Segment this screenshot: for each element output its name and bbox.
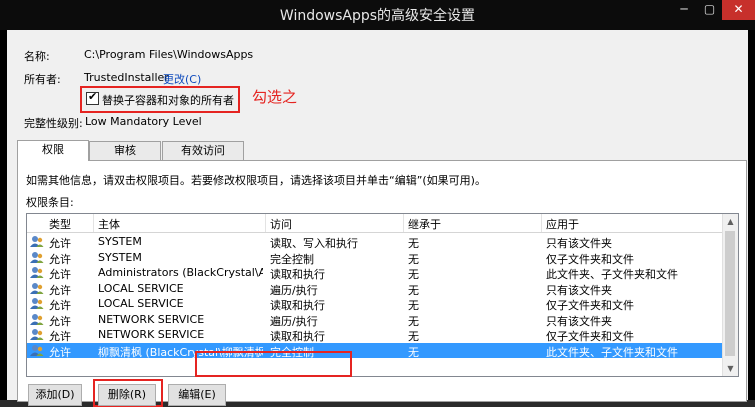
cell-principal: NETWORK SERVICE [98,328,205,341]
user-group-icon [30,251,44,264]
dialog-body: 名称: C:\Program Files\WindowsApps 所有者: Tr… [7,30,748,407]
table-row[interactable]: 允许 LOCAL SERVICE 遍历/执行无只有该文件夹 [27,281,722,297]
name-label: 名称: [24,50,50,63]
column-header-access[interactable]: 访问 [270,216,292,232]
name-value: C:\Program Files\WindowsApps [84,48,254,61]
scroll-down-icon[interactable]: ▼ [723,361,738,376]
cell-principal: LOCAL SERVICE [98,297,184,310]
user-group-icon [30,313,44,326]
table-row[interactable]: 允许 NETWORK SERVICE 遍历/执行无只有该文件夹 [27,312,722,328]
checkmark-icon: ✔ [88,90,98,103]
user-group-icon [30,344,44,357]
minimize-button[interactable]: ─ [671,0,697,20]
owner-label: 所有者: [24,73,61,86]
column-header-inherited-from[interactable]: 继承于 [408,216,441,232]
column-header-principal[interactable]: 主体 [98,216,120,232]
permissions-panel: 如需其他信息，请双击权限项目。若要修改权限项目，请选择该项目并单击“编辑”(如果… [17,160,747,407]
instructions-text: 如需其他信息，请双击权限项目。若要修改权限项目，请选择该项目并单击“编辑”(如果… [26,174,486,187]
user-group-icon [30,266,44,279]
column-header-type[interactable]: 类型 [49,216,71,232]
table-row[interactable]: 允许 SYSTEM 读取、写入和执行无只有该文件夹 [27,234,722,250]
row-highlight-box [195,351,352,377]
table-row[interactable]: 允许 SYSTEM 完全控制无仅子文件夹和文件 [27,250,722,266]
change-owner-link[interactable]: 更改(C) [163,71,201,87]
user-group-icon [30,235,44,248]
table-row[interactable]: 允许Administrators (BlackCrystal\Admi...读取… [27,265,722,281]
table-row[interactable]: 允许 NETWORK SERVICE 读取和执行无仅子文件夹和文件 [27,327,722,343]
tab-permissions[interactable]: 权限 [17,140,89,161]
replace-owner-checkbox[interactable]: ✔ [86,90,99,105]
tab-effective-access[interactable]: 有效访问 [162,141,244,160]
integrity-value: Low Mandatory Level [85,115,202,128]
owner-value: TrustedInstaller [84,71,169,84]
integrity-label: 完整性级别: [24,117,83,130]
cell-principal: Administrators (BlackCrystal\Admi... [98,266,263,279]
vertical-scrollbar[interactable]: ▲ ▼ [722,214,738,376]
cell-principal: SYSTEM [98,235,142,248]
tab-auditing[interactable]: 审核 [89,141,161,160]
column-header-applies-to[interactable]: 应用于 [546,216,579,232]
scrollbar-thumb[interactable] [725,231,735,356]
permission-entries-label: 权限条目: [26,196,74,209]
annotation-text: 勾选之 [252,88,298,106]
title-bar[interactable]: WindowsApps的高级安全设置 ─ ▢ ✕ [0,0,755,30]
window: WindowsApps的高级安全设置 ─ ▢ ✕ 名称: C:\Program … [0,0,755,407]
scroll-up-icon[interactable]: ▲ [723,214,738,229]
edit-button[interactable]: 编辑(E) [168,384,226,406]
cell-applies-to: 此文件夹、子文件夹和文件 [546,345,678,359]
cell-principal: LOCAL SERVICE [98,281,184,295]
user-group-icon [30,297,44,310]
window-title: WindowsApps的高级安全设置 [279,8,476,24]
cell-inherited-from: 无 [408,345,419,359]
table-row[interactable]: 允许 LOCAL SERVICE 读取和执行无仅子文件夹和文件 [27,296,722,312]
cell-type: 允许 [49,345,71,359]
table-row[interactable]: 允许 柳飘清枫 (BlackCrystal\柳飘清枫) 完全控制无此文件夹、子文件夹… [27,342,722,359]
remove-button[interactable]: 删除(R) [98,384,156,406]
user-group-icon [30,328,44,341]
cell-principal: SYSTEM [98,250,142,264]
add-button[interactable]: 添加(D) [28,384,82,406]
permission-entries-list[interactable]: 类型 主体 访问 继承于 应用于 允许 SYSTEM 读取、写入和执行无只有该文件夹… [26,213,739,377]
cell-principal: NETWORK SERVICE [98,312,205,326]
maximize-button[interactable]: ▢ [697,0,722,20]
replace-owner-label[interactable]: 替换子容器和对象的所有者 [102,92,234,108]
close-button[interactable]: ✕ [722,0,755,20]
user-group-icon [30,282,44,295]
list-header: 类型 主体 访问 继承于 应用于 [27,214,722,233]
